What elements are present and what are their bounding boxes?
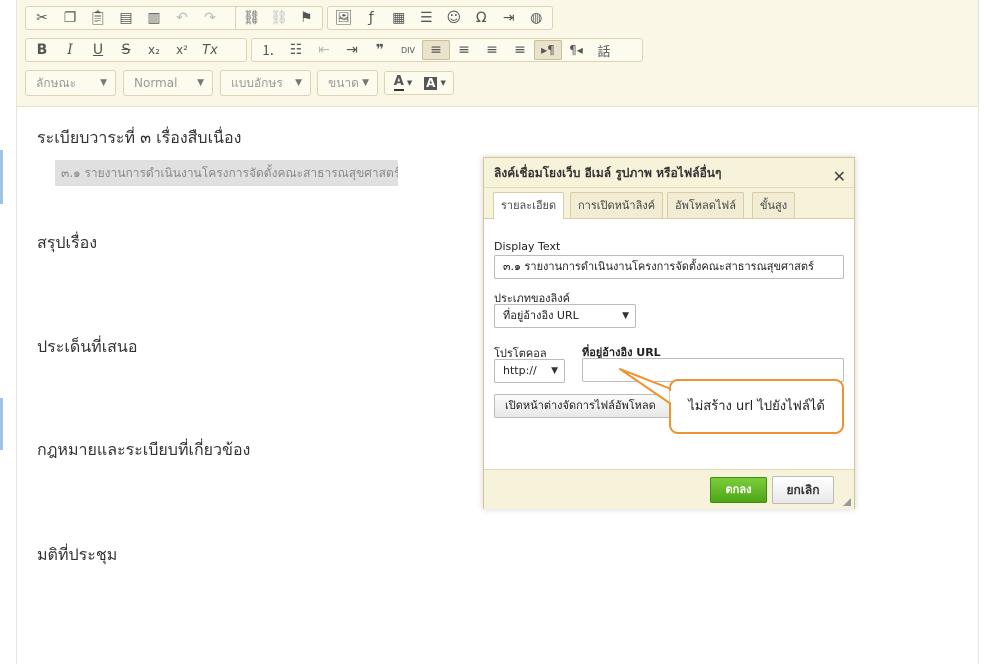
ok-button[interactable]: ตกลง — [710, 477, 767, 503]
summary-heading[interactable]: สรุปเรื่อง — [37, 231, 97, 256]
tab-advanced[interactable]: ขั้นสูง — [752, 192, 796, 218]
tab-link-target[interactable]: การเปิดหน้าลิงค์ — [570, 192, 664, 218]
dialog-footer: ตกลง ยกเลิก — [484, 469, 854, 509]
agenda-heading[interactable]: ระเบียบวาระที่ ๓ เรื่องสืบเนื่อง — [37, 126, 241, 151]
dialog-tabs: รายละเอียด การเปิดหน้าลิงค์ อัพโหลดไฟล์ … — [484, 188, 854, 219]
rtl-icon[interactable]: ¶◂ — [562, 40, 590, 60]
styles-combo[interactable]: ลักษณะ ▼ — [25, 70, 116, 96]
cut-icon[interactable]: ✂ — [28, 8, 56, 28]
selected-text[interactable]: ๓.๑ รายงานการดำเนินงานโครงการจัดตั้งคณะส… — [55, 160, 398, 186]
open-file-manager-button[interactable]: เปิดหน้าต่างจัดการไฟล์อัพโหลด — [494, 394, 672, 418]
indent-icon[interactable]: ⇥ — [338, 40, 366, 60]
align-center-icon[interactable]: ≡ — [450, 40, 478, 60]
paste-icon[interactable]: 📋︎ — [84, 8, 112, 28]
insert-group: 🖼︎ ƒ ▦ ☰ ☺ Ω ⇥ ◍ — [327, 6, 553, 30]
display-text-label: Display Text — [494, 240, 561, 253]
anchor-icon[interactable]: ⚑ — [293, 8, 320, 28]
left-accent-bar — [0, 150, 3, 204]
bg-color-icon: A — [424, 75, 438, 90]
size-combo[interactable]: ขนาด ▼ — [317, 70, 378, 96]
dialog-title-text: ลิงค์เชื่อมโยงเว็บ อีเมล์ รูปภาพ หรือไฟล… — [494, 166, 722, 180]
page-break-icon[interactable]: ⇥ — [495, 8, 523, 28]
chevron-down-icon: ▼ — [551, 366, 558, 376]
bold-button[interactable]: B — [28, 40, 56, 60]
clipboard-group: ✂ ❐ 📋︎ ▤ ▥ ↶ ↷ — [25, 6, 243, 30]
paste-word-icon[interactable]: ▥ — [140, 8, 168, 28]
left-accent-bar — [0, 398, 3, 450]
language-icon[interactable]: 話 — [590, 40, 618, 60]
tab-details[interactable]: รายละเอียด — [493, 192, 565, 219]
styles-combo-label: ลักษณะ — [36, 76, 77, 90]
tab-upload[interactable]: อัพโหลดไฟล์ — [667, 192, 744, 218]
resize-handle-icon[interactable] — [843, 498, 851, 506]
div-icon[interactable]: DIV — [394, 40, 422, 60]
protocol-select[interactable]: http:// ▼ — [494, 359, 565, 383]
editor-toolbar: ✂ ❐ 📋︎ ▤ ▥ ↶ ↷ ⛓ ⛓ ⚑ 🖼︎ ƒ ▦ ☰ ☺ Ω ⇥ ◍ B … — [17, 0, 978, 107]
font-combo[interactable]: แบบอักษร ▼ — [220, 70, 311, 96]
copy-icon[interactable]: ❐ — [56, 8, 84, 28]
remove-format-button[interactable]: Tx — [196, 40, 224, 60]
paragraph-group: ⒈ ☷ ⇤ ⇥ ❞ DIV ≡ ≡ ≡ ≡ ▸¶ ¶◂ 話 — [251, 38, 643, 62]
link-type-value: ที่อยู่อ้างอิง URL — [503, 309, 579, 322]
annotation-callout: ไม่สร้าง url ไปยังไฟล์ได้ — [669, 379, 844, 434]
format-combo-label: Normal — [134, 76, 178, 90]
callout-text: ไม่สร้าง url ไปยังไฟล์ได้ — [688, 399, 825, 414]
image-icon[interactable]: 🖼︎ — [330, 8, 358, 28]
resolution-heading[interactable]: มติที่ประชุม — [37, 543, 117, 568]
horizontal-rule-icon[interactable]: ☰ — [413, 8, 441, 28]
italic-button[interactable]: I — [56, 40, 84, 60]
dialog-title: ลิงค์เชื่อมโยงเว็บ อีเมล์ รูปภาพ หรือไฟล… — [484, 158, 854, 188]
link-type-select[interactable]: ที่อยู่อ้างอิง URL ▼ — [494, 304, 636, 328]
link-dialog: ลิงค์เชื่อมโยงเว็บ อีเมล์ รูปภาพ หรือไฟล… — [483, 157, 855, 509]
justify-icon[interactable]: ≡ — [506, 40, 534, 60]
size-combo-label: ขนาด — [328, 76, 359, 90]
numbered-list-icon[interactable]: ⒈ — [254, 40, 282, 60]
underline-button[interactable]: U — [84, 40, 112, 60]
smiley-icon[interactable]: ☺ — [440, 8, 468, 28]
cancel-button[interactable]: ยกเลิก — [772, 476, 834, 504]
ltr-icon[interactable]: ▸¶ — [534, 40, 562, 60]
align-left-icon[interactable]: ≡ — [422, 40, 450, 60]
text-color-button[interactable]: A ▼ — [387, 73, 419, 93]
bg-color-button[interactable]: A ▼ — [419, 73, 451, 93]
chevron-down-icon: ▼ — [295, 78, 302, 88]
chevron-down-icon: ▼ — [197, 78, 204, 88]
paste-text-icon[interactable]: ▤ — [112, 8, 140, 28]
subscript-button[interactable]: x₂ — [140, 40, 168, 60]
link-icon[interactable]: ⛓ — [238, 8, 265, 28]
chevron-down-icon: ▼ — [362, 78, 369, 88]
table-icon[interactable]: ▦ — [385, 8, 413, 28]
basic-styles-group: B I U S x₂ x² Tx — [25, 38, 247, 62]
iframe-icon[interactable]: ◍ — [523, 8, 551, 28]
special-char-icon[interactable]: Ω — [468, 8, 496, 28]
text-color-icon: A — [393, 74, 404, 91]
flash-icon[interactable]: ƒ — [358, 8, 386, 28]
blockquote-icon[interactable]: ❞ — [366, 40, 394, 60]
strike-button[interactable]: S — [112, 40, 140, 60]
chevron-down-icon: ▼ — [440, 79, 446, 87]
link-group: ⛓ ⛓ ⚑ — [235, 6, 323, 30]
unlink-icon[interactable]: ⛓ — [265, 8, 292, 28]
bulleted-list-icon[interactable]: ☷ — [282, 40, 310, 60]
laws-heading[interactable]: กฎหมายและระเบียบที่เกี่ยวข้อง — [37, 438, 250, 463]
chevron-down-icon: ▼ — [100, 78, 107, 88]
font-combo-label: แบบอักษร — [231, 76, 283, 90]
issues-heading[interactable]: ประเด็นที่เสนอ — [37, 335, 137, 360]
undo-icon[interactable]: ↶ — [168, 8, 196, 28]
colors-group: A ▼ A ▼ — [384, 71, 454, 95]
superscript-button[interactable]: x² — [168, 40, 196, 60]
display-text-input[interactable]: ๓.๑ รายงานการดำเนินงานโครงการจัดตั้งคณะส… — [494, 255, 844, 279]
redo-icon[interactable]: ↷ — [196, 8, 224, 28]
format-combo[interactable]: Normal ▼ — [123, 70, 213, 96]
align-right-icon[interactable]: ≡ — [478, 40, 506, 60]
chevron-down-icon: ▼ — [622, 311, 629, 321]
outdent-icon[interactable]: ⇤ — [310, 40, 338, 60]
chevron-down-icon: ▼ — [406, 79, 413, 87]
protocol-value: http:// — [503, 364, 537, 377]
